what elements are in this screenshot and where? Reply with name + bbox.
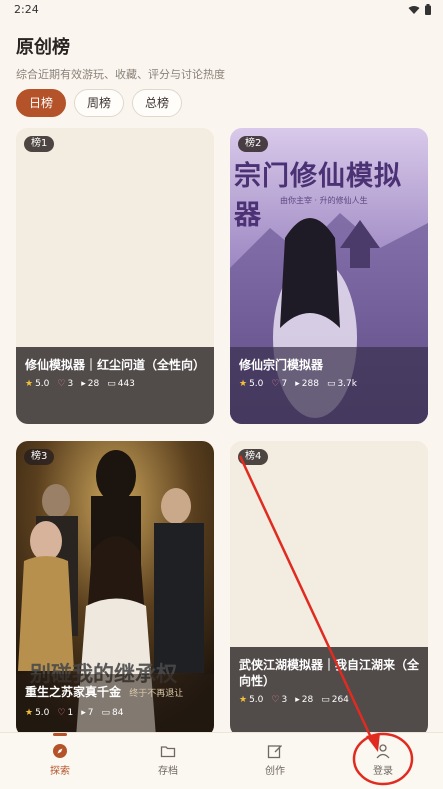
game-card-4[interactable]: 榜4 武侠江湖模拟器｜我自江湖来（全向性） ★ 5.0 ♡ 3 ▸ 28 ▭ 264 xyxy=(230,441,428,737)
heart-icon: ♡ xyxy=(271,695,280,705)
game-card-2[interactable]: 宗门修仙模拟器 由你主宰 · 升的修仙人生 榜2 修仙宗门模拟器 ★ 5.0 ♡ 7… xyxy=(230,128,428,424)
tab-overall[interactable]: 总榜 xyxy=(132,89,183,117)
ranking-tabs: 日榜 周榜 总榜 xyxy=(16,89,183,117)
card-stats: ★ 5.0 ♡ 3 ▸ 28 ▭ 264 xyxy=(239,695,349,705)
nav-login[interactable]: 登录 xyxy=(353,741,413,777)
rank-badge: 榜1 xyxy=(24,136,55,152)
compass-icon xyxy=(53,744,67,758)
card-info: 修仙宗门模拟器 ★ 5.0 ♡ 7 ▸ 288 ▭ 3.7k xyxy=(230,347,428,424)
edit-icon xyxy=(267,745,282,759)
star-icon: ★ xyxy=(239,379,248,389)
active-tab-indicator xyxy=(53,733,67,736)
tab-daily[interactable]: 日榜 xyxy=(16,89,67,117)
card-stats: ★ 5.0 ♡ 3 ▸ 28 ▭ 443 xyxy=(25,379,135,389)
cover-title: 宗门修仙模拟器 xyxy=(234,161,402,231)
cover-tagline: 终于不再退让 xyxy=(129,689,184,699)
heart-icon: ♡ xyxy=(57,708,66,718)
cover-tagline: 由你主宰 · 升的修仙人生 xyxy=(280,196,368,205)
rank-badge: 榜3 xyxy=(24,449,55,465)
card-stats: ★ 5.0 ♡ 1 ▸ 7 ▭ 84 xyxy=(25,708,124,718)
wifi-icon xyxy=(408,5,420,14)
comment-icon: ▭ xyxy=(107,379,116,389)
battery-icon xyxy=(425,4,431,15)
star-icon: ★ xyxy=(239,695,248,705)
bottom-nav: 探索 存档 创作 登录 xyxy=(0,732,443,789)
nav-explore[interactable]: 探索 xyxy=(30,741,90,777)
page-title: 原创榜 xyxy=(16,37,70,58)
tab-weekly[interactable]: 周榜 xyxy=(74,89,125,117)
card-info: 武侠江湖模拟器｜我自江湖来（全向性） ★ 5.0 ♡ 3 ▸ 28 ▭ 264 xyxy=(230,647,428,737)
game-card-3[interactable]: 别碰我的继承权 榜3 重生之苏家真千金 终于不再退让 ★5.0 ♡1 ▸7 ▭8… xyxy=(16,441,214,737)
card-stats: ★ 5.0 ♡ 7 ▸ 288 ▭ 3.7k xyxy=(239,379,357,389)
user-icon xyxy=(376,744,390,759)
rank-badge: 榜2 xyxy=(238,136,269,152)
comment-icon: ▭ xyxy=(326,379,336,389)
status-time: 2:24 xyxy=(14,3,39,16)
status-bar: 2:24 xyxy=(0,0,443,20)
card-title: 重生之苏家真千金 终于不再退让 xyxy=(25,685,184,699)
game-card-1[interactable]: 榜1 修仙模拟器｜红尘问道（全性向） ★ 5.0 ♡ 3 ▸ 28 ▭ 443 xyxy=(16,128,214,424)
star-icon: ★ xyxy=(25,708,34,718)
heart-icon: ♡ xyxy=(271,379,280,389)
comment-icon: ▭ xyxy=(321,695,330,705)
card-title: 修仙模拟器｜红尘问道（全性向） xyxy=(25,358,206,372)
rank-badge: 榜4 xyxy=(238,449,269,465)
nav-saves[interactable]: 存档 xyxy=(138,741,198,777)
play-icon: ▸ xyxy=(295,695,300,705)
folder-icon xyxy=(160,746,176,758)
heart-icon: ♡ xyxy=(57,379,66,389)
card-title: 武侠江湖模拟器｜我自江湖来（全向性） xyxy=(239,658,420,688)
card-title: 修仙宗门模拟器 xyxy=(239,358,324,372)
page-subtitle: 综合近期有效游玩、收藏、评分与讨论热度 xyxy=(16,68,225,81)
play-icon: ▸ xyxy=(81,708,86,718)
card-info: 修仙模拟器｜红尘问道（全性向） ★ 5.0 ♡ 3 ▸ 28 ▭ 443 xyxy=(16,347,214,424)
nav-create[interactable]: 创作 xyxy=(245,741,305,777)
play-icon: ▸ xyxy=(81,379,86,389)
comment-icon: ▭ xyxy=(101,708,110,718)
star-icon: ★ xyxy=(25,379,34,389)
card-info: 重生之苏家真千金 终于不再退让 ★ 5.0 ♡ 1 ▸ 7 ▭ 84 xyxy=(16,674,214,737)
play-icon: ▸ xyxy=(295,379,300,389)
